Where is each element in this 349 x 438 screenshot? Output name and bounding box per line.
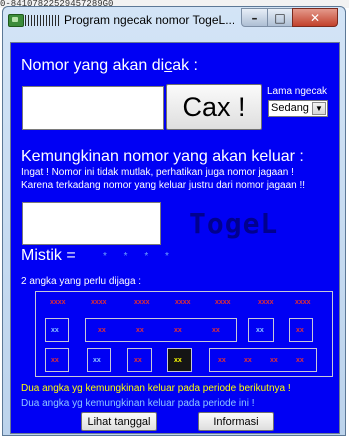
mistik-value: * * * * bbox=[103, 251, 176, 262]
guard-cell-mark: xx bbox=[136, 327, 144, 334]
cax-button[interactable]: Cax ! bbox=[166, 84, 262, 130]
app-icon bbox=[8, 14, 24, 27]
maximize-icon: □ bbox=[274, 10, 286, 25]
info-this-period: Dua angka yg kemungkinan keluar pada per… bbox=[21, 398, 255, 409]
guard-cell-mark: xx bbox=[134, 357, 142, 364]
guard-top-mark: xxxx bbox=[134, 299, 150, 306]
minimize-icon: – bbox=[251, 10, 258, 25]
close-icon: ✕ bbox=[309, 10, 321, 25]
mistik-label: Mistik = bbox=[21, 247, 76, 264]
guard-cell: xx bbox=[127, 348, 152, 372]
guard-cell-wide: xx xx xx xx bbox=[209, 348, 317, 372]
possibility-header: Kemungkinan nomor yang akan keluar : bbox=[21, 148, 304, 165]
minimize-button[interactable]: – bbox=[241, 8, 268, 27]
guard-cell-mark: xx bbox=[296, 357, 304, 364]
lihat-tanggal-button[interactable]: Lihat tanggal bbox=[81, 412, 157, 431]
guard-cell-mark: xx bbox=[270, 357, 278, 364]
guard-cell-mark: xx bbox=[51, 357, 59, 364]
guard-cell: xx bbox=[45, 318, 69, 342]
guard-panel: xxxx xxxx xxxx xxxx xxxx xxxx xxxx xx xx… bbox=[35, 291, 333, 377]
guard-cell: xx bbox=[45, 348, 69, 372]
close-button[interactable]: ✕ bbox=[292, 8, 338, 27]
result-output[interactable] bbox=[22, 202, 161, 245]
guard-cell: xx bbox=[87, 348, 111, 372]
window-title: Program ngecak nomor TogeL... bbox=[64, 13, 234, 27]
guard-cell-mark: xx bbox=[212, 327, 220, 334]
guard-cell-mark: xx bbox=[51, 327, 59, 334]
title-bar-graphic bbox=[25, 15, 61, 26]
guard-top-mark: xxxx bbox=[258, 299, 274, 306]
guard-top-mark: xxxx bbox=[215, 299, 231, 306]
guard-top-mark: xxxx bbox=[91, 299, 107, 306]
guard-cell-wide: xx xx xx xx bbox=[85, 318, 237, 342]
guard-cell: xx bbox=[248, 318, 274, 342]
note-line-1: Ingat ! Nomor ini tidak mutlak, perhatik… bbox=[21, 167, 294, 178]
guard-cell-mark: xx bbox=[218, 357, 226, 364]
title-bar[interactable]: Program ngecak nomor TogeL... – □ ✕ bbox=[3, 7, 345, 33]
number-input[interactable] bbox=[22, 86, 164, 130]
maximize-button[interactable]: □ bbox=[267, 8, 293, 27]
info-next-period: Dua angka yg kemungkinan keluar pada per… bbox=[21, 383, 291, 394]
guard-top-mark: xxxx bbox=[50, 299, 66, 306]
app-window: Program ngecak nomor TogeL... – □ ✕ Nomo… bbox=[2, 6, 346, 436]
speed-select-value: Sedang bbox=[271, 102, 309, 114]
note-line-2: Karena terkadang nomor yang keluar justr… bbox=[21, 180, 306, 191]
speed-select[interactable]: Sedang ▼ bbox=[268, 100, 328, 117]
guard-top-mark: xxxx bbox=[295, 299, 311, 306]
chevron-down-icon[interactable]: ▼ bbox=[312, 102, 326, 115]
client-area: Nomor yang akan dicak : Cax ! Lama ngeca… bbox=[10, 42, 340, 434]
guard-cell-mark: xx bbox=[256, 327, 264, 334]
guard-cell-mark: xx bbox=[93, 357, 101, 364]
guard-cell-mark: xx bbox=[296, 327, 304, 334]
guard-cell-mark: xx bbox=[98, 327, 106, 334]
guard-cell-mark: xx bbox=[244, 357, 252, 364]
number-input-header: Nomor yang akan dicak : bbox=[21, 57, 198, 74]
guard-top-mark: xxxx bbox=[175, 299, 191, 306]
guard-cell-mark: xx bbox=[174, 357, 182, 364]
speed-label: Lama ngecak bbox=[267, 86, 328, 97]
togel-logo-text: TogeL bbox=[189, 207, 279, 240]
informasi-button[interactable]: Informasi bbox=[198, 412, 274, 431]
guard-cell-highlight: xx bbox=[167, 348, 192, 372]
guard-label: 2 angka yang perlu dijaga : bbox=[21, 276, 142, 287]
guard-cell-mark: xx bbox=[174, 327, 182, 334]
guard-cell: xx bbox=[289, 318, 313, 342]
